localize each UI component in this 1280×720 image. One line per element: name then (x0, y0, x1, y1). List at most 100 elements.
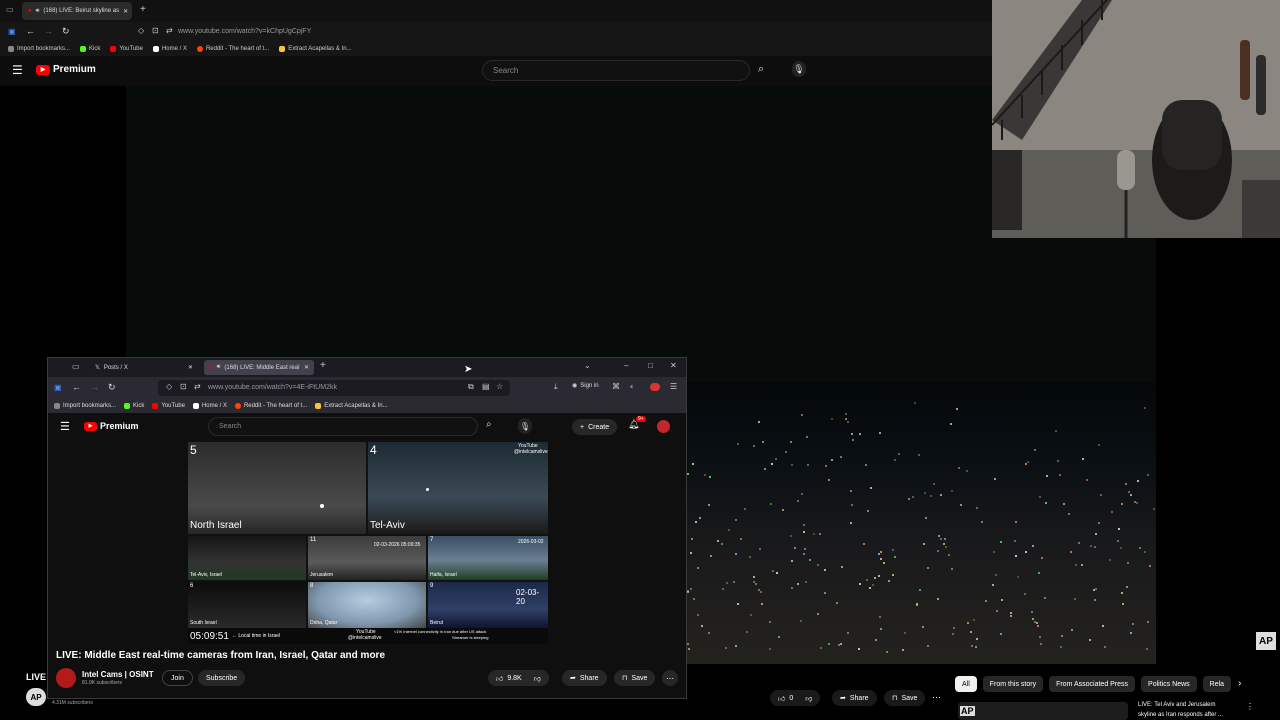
close-tab-icon[interactable]: ✕ (188, 364, 193, 371)
back-active-tab[interactable]: ● 🔊︎ (168) LIVE: Beirut skyline as ✕ (22, 2, 132, 20)
new-tab-icon[interactable]: + (320, 360, 326, 371)
forward-arrow-icon[interactable]: → (90, 382, 99, 392)
forward-arrow-icon[interactable]: → (44, 26, 53, 36)
subscribe-button[interactable]: Subscribe (198, 670, 246, 686)
tab-list-icon[interactable]: ▭ (6, 5, 14, 14)
speaker-icon[interactable]: 🔊︎ (36, 8, 40, 15)
camera-grid-video[interactable]: 5 North Israel 4 YouTube @intelcamslive … (188, 442, 548, 644)
lock-icon[interactable]: ⊡ (152, 26, 159, 35)
city-light (851, 503, 854, 506)
ap-channel-avatar[interactable]: AP (26, 688, 46, 706)
thumbs-down-icon[interactable]: 👎︎ (805, 694, 812, 703)
reload-icon[interactable]: ↻ (108, 382, 116, 393)
reader-view-icon[interactable]: ▤ (482, 382, 490, 391)
front-youtube-logo[interactable]: ▶ Premium (84, 421, 139, 431)
bookmark-import[interactable]: Import bookmarks... (54, 403, 116, 409)
bookmark-x[interactable]: Home / X (192, 403, 227, 409)
chip-politics-news[interactable]: Politics News (1141, 676, 1197, 692)
extensions-icon[interactable]: ⌘ (612, 382, 620, 391)
close-tab-icon[interactable]: ✕ (304, 364, 309, 371)
channel-name[interactable]: Intel Cams | OSINT (82, 670, 154, 679)
city-light (808, 558, 811, 561)
back-like-button[interactable]: 👍︎ 0 👎︎ (770, 690, 821, 706)
back-url-bar[interactable]: www.youtube.com/watch?v=kChpUgCpjFY (178, 28, 311, 35)
bookmark-acapellas[interactable]: Extract Acapellas & In... (279, 46, 352, 52)
chip-from-ap[interactable]: From Associated Press (1049, 676, 1136, 692)
back-search-input[interactable]: Search (482, 60, 750, 81)
chip-from-this-story[interactable]: From this story (982, 676, 1044, 692)
microphone-icon[interactable]: 🎙︎ (792, 61, 806, 77)
ap-watermark: AP (1256, 632, 1276, 650)
thumbs-down-icon[interactable]: 👎︎ (534, 674, 541, 683)
create-button[interactable]: + Create (572, 419, 618, 435)
related-title-line2[interactable]: skyline as Iran responds after ... (1138, 712, 1223, 718)
hamburger-menu-icon[interactable]: ☰ (670, 382, 677, 391)
permissions-icon[interactable]: ⇄ (166, 26, 173, 35)
related-title-line1[interactable]: LIVE: Tel Aviv and Jerusalem (1138, 702, 1216, 708)
back-share-button[interactable]: ➦ Share (832, 690, 877, 706)
close-window-icon[interactable]: ✕ (670, 361, 677, 370)
front-tab-youtube[interactable]: ● 🔊︎ (168) LIVE: Middle East real ✕ (204, 360, 314, 375)
star-icon[interactable]: ☆ (496, 382, 503, 391)
city-light (752, 580, 755, 583)
maximize-icon[interactable]: □ (648, 361, 653, 370)
chip-all[interactable]: All (955, 676, 977, 692)
city-light (709, 476, 712, 479)
sidebar-toggle-icon[interactable]: ▣ (54, 383, 62, 392)
related-thumbnail[interactable]: AP (958, 702, 1128, 720)
microphone-icon[interactable]: 🎙︎ (518, 418, 532, 434)
back-youtube-logo[interactable]: ▶ Premium (36, 64, 96, 75)
search-icon[interactable]: ⌕ (758, 63, 764, 76)
bookmark-reddit[interactable]: Reddit - The heart of t... (234, 403, 307, 409)
front-tab-posts[interactable]: 𝕏 Posts / X ✕ (90, 360, 198, 375)
back-save-button[interactable]: ⊓ Save (884, 690, 926, 706)
related-more-icon[interactable]: ⋮ (1246, 702, 1254, 711)
more-options-icon[interactable]: ⋯ (662, 670, 678, 686)
bookmark-x[interactable]: Home / X (152, 46, 187, 52)
front-share-button[interactable]: ➦ Share (562, 670, 607, 686)
bookmark-youtube[interactable]: YouTube (152, 403, 185, 409)
sign-in-button[interactable]: ◉ Sign in (572, 382, 599, 390)
tab-list-icon[interactable]: ▭ (72, 362, 80, 371)
bookmark-kick[interactable]: Kick (80, 46, 100, 52)
chip-related[interactable]: Rela (1202, 676, 1231, 692)
join-button[interactable]: Join (162, 670, 193, 686)
download-icon[interactable]: ⤓ (554, 382, 558, 392)
abp-icon[interactable] (650, 383, 660, 391)
sidebar-toggle-icon[interactable]: ▣ (8, 27, 16, 36)
shield-icon[interactable]: ◇ (166, 382, 172, 391)
back-arrow-icon[interactable]: ← (26, 26, 35, 36)
city-light (758, 420, 761, 423)
menu-icon[interactable]: ☰ (12, 63, 23, 77)
front-url-bar[interactable]: ◇ ⊡ ⇄ www.youtube.com/watch?v=4E-iFtUM2k… (158, 380, 510, 396)
city-light (806, 435, 809, 438)
more-options-icon[interactable]: ⋯ (932, 692, 941, 703)
bookmark-acapellas[interactable]: Extract Acapellas & In... (315, 403, 388, 409)
translate-icon[interactable]: ⧉ (468, 382, 474, 392)
shield-icon[interactable]: ◇ (138, 26, 144, 35)
volume-icon[interactable]: 🔈︎ (630, 382, 635, 392)
back-arrow-icon[interactable]: ← (72, 382, 81, 392)
front-search-input[interactable]: Search (208, 417, 478, 436)
avatar[interactable] (657, 420, 670, 433)
front-like-button[interactable]: 👍︎ 9.8K 👎︎ (488, 670, 549, 686)
lock-icon[interactable]: ⊡ (180, 382, 187, 391)
reload-icon[interactable]: ↻ (62, 26, 70, 37)
bookmark-youtube[interactable]: YouTube (110, 46, 143, 52)
chevron-right-icon[interactable]: › (1238, 678, 1241, 689)
channel-avatar[interactable] (56, 668, 76, 688)
minimize-icon[interactable]: – (624, 361, 628, 370)
permissions-icon[interactable]: ⇄ (194, 382, 201, 391)
menu-icon[interactable]: ☰ (60, 420, 70, 433)
bookmark-kick[interactable]: Kick (124, 403, 144, 409)
bookmark-import[interactable]: Import bookmarks... (8, 46, 70, 52)
front-save-button[interactable]: ⊓ Save (614, 670, 656, 686)
speaker-icon[interactable]: 🔊︎ (217, 364, 221, 371)
search-icon[interactable]: ⌕ (486, 419, 492, 430)
new-tab-icon[interactable]: + (140, 4, 146, 15)
front-browser-window[interactable]: ▭ 𝕏 Posts / X ✕ ● 🔊︎ (168) LIVE: Middle … (47, 357, 687, 699)
close-tab-icon[interactable]: ✕ (123, 8, 128, 15)
tab-overflow-icon[interactable]: ⌄ (584, 361, 591, 370)
bookmark-reddit[interactable]: Reddit - The heart of t... (196, 46, 269, 52)
city-light (818, 533, 821, 536)
